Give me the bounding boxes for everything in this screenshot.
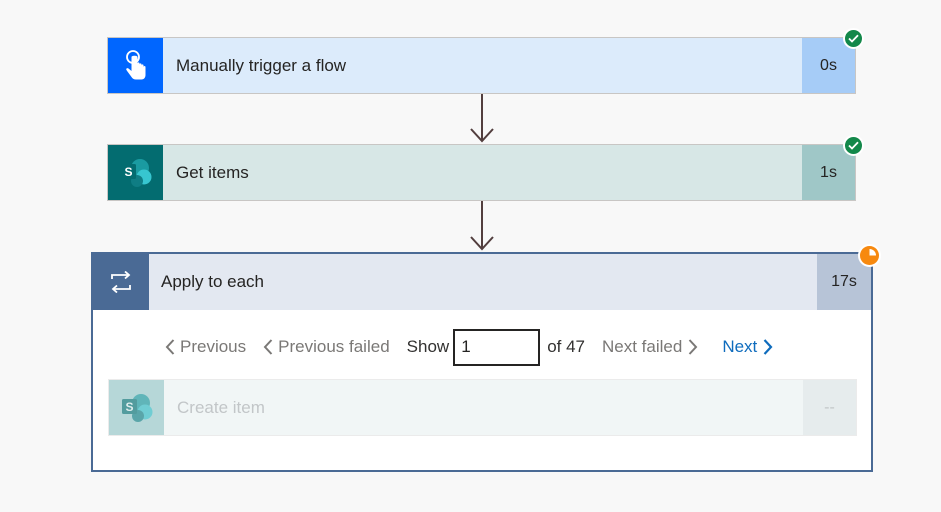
iteration-total-label: of 47 <box>547 337 585 356</box>
svg-text:S: S <box>125 400 133 414</box>
connector-arrow-icon <box>470 201 494 251</box>
connector-arrow-icon <box>470 94 494 143</box>
previous-failed-button[interactable]: Previous failed <box>263 337 390 357</box>
show-label: Show <box>406 337 450 356</box>
flow-canvas: Manually trigger a flow 0s S Get items 1… <box>0 0 941 512</box>
next-label: Next <box>722 337 758 356</box>
next-button[interactable]: Next <box>722 337 773 357</box>
chevron-right-icon <box>689 339 698 355</box>
step-title: Manually trigger a flow <box>176 55 347 75</box>
step-duration: -- <box>803 380 856 435</box>
trigger-step-card[interactable]: Manually trigger a flow 0s <box>107 37 856 94</box>
loop-icon <box>93 254 149 310</box>
get-items-step-card[interactable]: S Get items 1s <box>107 144 856 201</box>
svg-text:S: S <box>124 165 132 179</box>
success-check-icon <box>843 28 864 49</box>
chevron-left-icon <box>263 339 273 355</box>
sharepoint-icon: S <box>108 145 163 200</box>
step-title: Create item <box>177 397 265 417</box>
success-check-icon <box>843 135 864 156</box>
create-item-step-card[interactable]: S Create item -- <box>108 379 857 436</box>
previous-failed-label: Previous failed <box>278 337 390 356</box>
previous-label: Previous <box>180 337 247 356</box>
next-failed-button[interactable]: Next failed <box>602 337 698 357</box>
apply-to-each-container: Apply to each 17s Previous Previous fail… <box>91 252 873 472</box>
previous-button[interactable]: Previous <box>165 337 246 357</box>
next-failed-label: Next failed <box>602 337 683 356</box>
chevron-left-icon <box>165 339 175 355</box>
step-title: Get items <box>176 162 249 182</box>
running-status-icon <box>858 244 881 267</box>
chevron-right-icon <box>763 339 773 355</box>
iteration-pager: Previous Previous failed Show of 47 Next… <box>165 328 773 366</box>
loop-title: Apply to each <box>161 272 265 291</box>
iteration-number-input[interactable] <box>453 328 541 366</box>
apply-to-each-header[interactable]: Apply to each 17s <box>93 254 871 310</box>
sharepoint-icon: S <box>109 380 164 435</box>
touch-hand-icon <box>108 38 163 93</box>
